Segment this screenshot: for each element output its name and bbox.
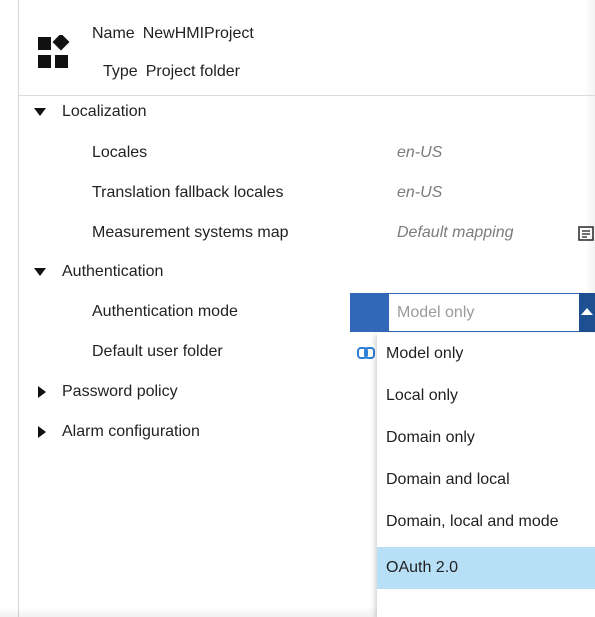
header-name-value: NewHMIProject [142,25,254,42]
section-alarm-configuration-label: Alarm configuration [62,423,200,440]
project-folder-icon [38,35,70,68]
header-name-key: Name [92,25,135,42]
prop-label-locales: Locales [92,144,148,161]
header-name: Name NewHMIProject [92,23,254,45]
chevron-up-icon [581,308,593,315]
prop-row-translation-fallback[interactable]: Translation fallback locales en-US [0,180,560,206]
section-authentication[interactable]: Authentication [0,259,340,285]
prop-label-translation-fallback: Translation fallback locales [92,184,284,201]
option-domain-and-local[interactable]: Domain and local [377,459,595,501]
prop-label-auth-mode: Authentication mode [92,303,238,320]
section-password-policy[interactable]: Password policy [0,379,340,405]
link-icon[interactable] [357,346,375,360]
section-localization-label: Localization [62,103,147,120]
section-password-policy-label: Password policy [62,383,178,400]
section-localization[interactable]: Localization [0,99,340,125]
caret-down-icon [34,268,46,276]
option-local-only[interactable]: Local only [377,375,595,417]
auth-mode-select[interactable]: Model only [389,293,579,332]
section-authentication-label: Authentication [62,263,164,280]
option-domain-only[interactable]: Domain only [377,417,595,459]
prop-row-default-user-folder[interactable]: Default user folder [0,339,340,365]
header-type-value: Project folder [145,63,240,80]
prop-row-locales[interactable]: Locales en-US [0,140,560,166]
mapping-editor-icon[interactable] [578,225,595,242]
prop-value-translation-fallback[interactable]: en-US [397,180,442,206]
caret-right-icon [38,426,46,438]
option-oauth[interactable]: OAuth 2.0 [377,547,595,589]
prop-row-auth-mode: Authentication mode [0,299,340,325]
caret-down-icon [34,108,46,116]
header-type: Type Project folder [103,61,240,83]
header-divider [18,95,595,96]
option-domain-local-and-model[interactable]: Domain, local and mode [377,501,595,543]
auth-mode-dropdown[interactable]: Model only Local only Domain only Domain… [377,333,595,617]
section-alarm-configuration[interactable]: Alarm configuration [0,419,340,445]
prop-row-measurement-map[interactable]: Measurement systems map Default mapping [0,220,570,246]
prop-value-measurement-map[interactable]: Default mapping [397,220,514,246]
header-type-key: Type [103,63,138,80]
option-model-only[interactable]: Model only [377,333,595,375]
auth-mode-select-toggle[interactable] [579,293,595,332]
prop-label-measurement-map: Measurement systems map [92,224,289,241]
caret-right-icon [38,386,46,398]
prop-label-default-user-folder: Default user folder [92,343,223,360]
properties-panel: Name NewHMIProject Type Project folder Loc… [0,0,595,617]
prop-value-locales[interactable]: en-US [397,140,442,166]
